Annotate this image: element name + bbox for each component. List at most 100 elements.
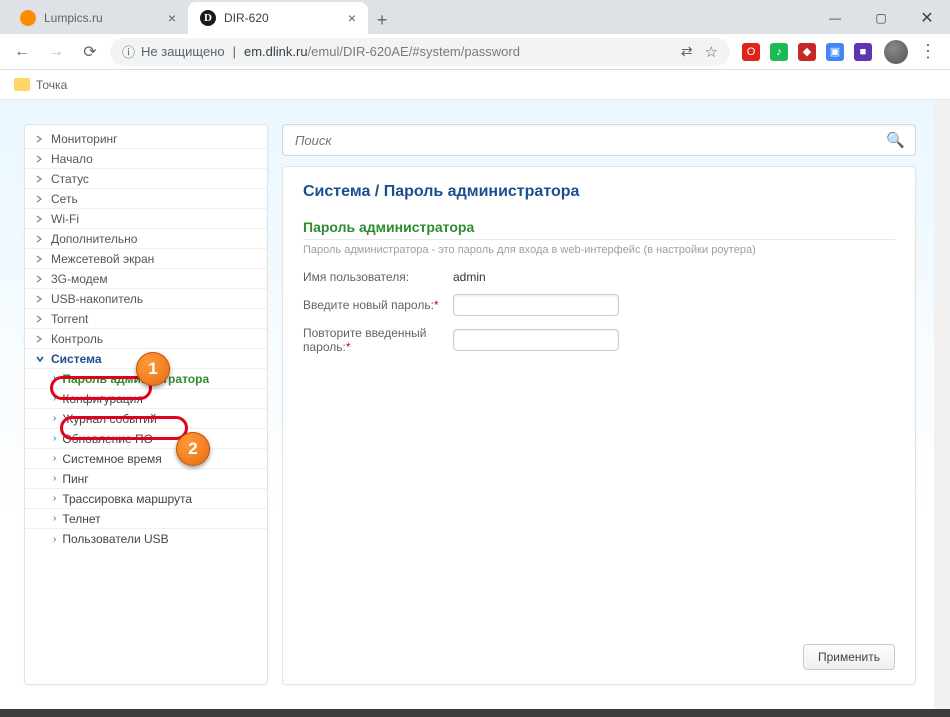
required-asterisk-icon: * xyxy=(434,298,439,312)
page-content: Мониторинг Начало Статус Сеть Wi-Fi Допо… xyxy=(0,100,950,709)
window-controls: — ▢ ✕ xyxy=(812,2,950,34)
url-text: em.dlink.ru/emul/DIR-620AE/#system/passw… xyxy=(244,44,520,59)
chevron-right-icon: › xyxy=(53,393,56,404)
chevron-down-icon xyxy=(35,354,45,364)
breadcrumb-current: Пароль администратора xyxy=(384,183,580,200)
chevron-right-icon: › xyxy=(53,513,56,524)
apply-button[interactable]: Применить xyxy=(803,644,895,670)
sidebar-item-status[interactable]: Статус xyxy=(25,169,267,189)
sidebar-item-label: Системное время xyxy=(62,452,161,466)
star-icon[interactable]: ☆ xyxy=(705,43,718,61)
search-input[interactable] xyxy=(293,132,886,149)
sidebar-sub-systemtime[interactable]: › Системное время xyxy=(25,449,267,469)
sidebar-item-label: Начало xyxy=(51,152,93,166)
sidebar-item-label: 3G-модем xyxy=(51,272,108,286)
chevron-right-icon: › xyxy=(53,534,56,545)
sidebar-item-label: Torrent xyxy=(51,312,88,326)
chevron-right-icon: › xyxy=(53,493,56,504)
search-bar[interactable]: 🔍 xyxy=(282,124,916,156)
new-password-input[interactable] xyxy=(453,294,619,316)
sidebar-sub-usbusers[interactable]: ›Пользователи USB xyxy=(25,529,267,549)
favicon-lumpics xyxy=(20,10,36,26)
minimize-button[interactable]: — xyxy=(812,2,858,34)
section-title: Пароль администратора xyxy=(303,219,895,240)
bookmark-item[interactable]: Точка xyxy=(36,78,67,92)
sidebar-item-firewall[interactable]: Межсетевой экран xyxy=(25,249,267,269)
sidebar-item-label: Журнал событий xyxy=(62,412,156,426)
ext-music-icon[interactable]: ♪ xyxy=(770,43,788,61)
sidebar-item-3g[interactable]: 3G-модем xyxy=(25,269,267,289)
forward-button[interactable]: → xyxy=(42,38,70,66)
tab-dir620[interactable]: D DIR-620 × xyxy=(188,2,368,34)
sidebar-nav: Мониторинг Начало Статус Сеть Wi-Fi Допо… xyxy=(24,124,268,685)
repeat-password-input[interactable] xyxy=(453,329,619,351)
repeat-label: Повторите введенный пароль:* xyxy=(303,326,453,355)
security-indicator[interactable]: ⓘ Не защищено xyxy=(122,42,225,61)
close-icon[interactable]: × xyxy=(160,10,176,26)
username-value: admin xyxy=(453,270,486,284)
sidebar-item-label: Пинг xyxy=(62,472,88,486)
sidebar-sub-configuration[interactable]: › Конфигурация xyxy=(25,389,267,409)
sidebar-sub-firmware[interactable]: ›Обновление ПО xyxy=(25,429,267,449)
close-window-button[interactable]: ✕ xyxy=(904,2,950,34)
tab-title: Lumpics.ru xyxy=(44,11,103,25)
chevron-right-icon: › xyxy=(53,373,56,384)
tab-lumpics[interactable]: Lumpics.ru × xyxy=(8,2,188,34)
ext-cube-icon[interactable]: ▣ xyxy=(826,43,844,61)
sidebar-item-monitoring[interactable]: Мониторинг xyxy=(25,129,267,149)
chevron-right-icon: › xyxy=(53,473,56,484)
info-icon: ⓘ xyxy=(122,42,135,61)
sidebar-item-control[interactable]: Контроль xyxy=(25,329,267,349)
favicon-dlink: D xyxy=(200,10,216,26)
ext-shield-icon[interactable]: ◆ xyxy=(798,43,816,61)
chevron-right-icon xyxy=(35,234,45,244)
chevron-right-icon xyxy=(35,274,45,284)
breadcrumb: Система / Пароль администратора xyxy=(303,183,895,201)
row-new-password: Введите новый пароль:* xyxy=(303,294,895,316)
sidebar-item-torrent[interactable]: Torrent xyxy=(25,309,267,329)
chevron-right-icon xyxy=(35,294,45,304)
profile-avatar[interactable] xyxy=(884,40,908,64)
folder-icon xyxy=(14,78,30,91)
address-bar[interactable]: ⓘ Не защищено | em.dlink.ru/emul/DIR-620… xyxy=(110,38,730,66)
back-button[interactable]: ← xyxy=(8,38,36,66)
sidebar-item-label: Трассировка маршрута xyxy=(62,492,192,506)
chevron-right-icon xyxy=(35,254,45,264)
browser-menu-button[interactable]: ⋮ xyxy=(914,38,942,66)
scrollbar-thumb[interactable] xyxy=(936,136,948,426)
sidebar-item-network[interactable]: Сеть xyxy=(25,189,267,209)
close-icon[interactable]: × xyxy=(340,10,356,26)
extensions: O ♪ ◆ ▣ ■ xyxy=(736,43,878,61)
ext-purple-icon[interactable]: ■ xyxy=(854,43,872,61)
sidebar-item-label: Статус xyxy=(51,172,89,186)
ext-opera-icon[interactable]: O xyxy=(742,43,760,61)
chevron-right-icon xyxy=(35,194,45,204)
sidebar-item-label: Конфигурация xyxy=(62,392,143,406)
reload-button[interactable]: ⟳ xyxy=(76,38,104,66)
breadcrumb-parent[interactable]: Система xyxy=(303,183,370,200)
annotation-badge-2: 2 xyxy=(176,432,210,466)
sidebar-sub-eventlog[interactable]: › Журнал событий xyxy=(25,409,267,429)
chevron-right-icon xyxy=(35,314,45,324)
chevron-right-icon xyxy=(35,134,45,144)
tab-title: DIR-620 xyxy=(224,11,269,25)
sidebar-item-wifi[interactable]: Wi-Fi xyxy=(25,209,267,229)
sidebar-item-advanced[interactable]: Дополнительно xyxy=(25,229,267,249)
sidebar-item-label: Контроль xyxy=(51,332,103,346)
sidebar-item-label: Сеть xyxy=(51,192,78,206)
maximize-button[interactable]: ▢ xyxy=(858,2,904,34)
chevron-right-icon: › xyxy=(53,413,56,424)
sidebar-item-label: Обновление ПО xyxy=(62,432,153,446)
sidebar-item-usb[interactable]: USB-накопитель xyxy=(25,289,267,309)
sidebar-sub-ping[interactable]: › Пинг xyxy=(25,469,267,489)
content-panel: Система / Пароль администратора Пароль а… xyxy=(282,166,916,685)
sidebar-sub-telnet[interactable]: ›Телнет xyxy=(25,509,267,529)
sidebar-item-label: Межсетевой экран xyxy=(51,252,154,266)
chevron-right-icon xyxy=(35,154,45,164)
sidebar-sub-traceroute[interactable]: › Трассировка маршрута xyxy=(25,489,267,509)
new-tab-button[interactable]: + xyxy=(368,6,396,34)
chevron-right-icon: › xyxy=(53,453,56,464)
translate-icon[interactable]: ⇄ xyxy=(681,43,693,60)
sidebar-item-start[interactable]: Начало xyxy=(25,149,267,169)
search-icon[interactable]: 🔍 xyxy=(886,131,905,149)
